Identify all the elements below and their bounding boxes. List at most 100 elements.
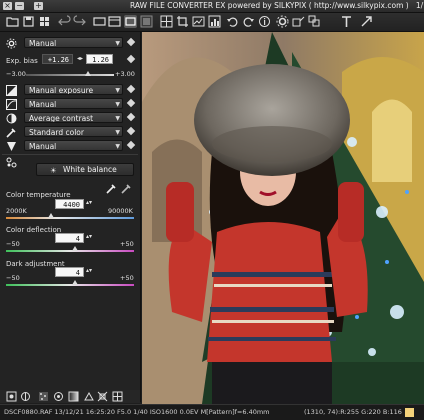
zoom-window-button[interactable]: +	[34, 2, 43, 10]
info-icon[interactable]	[258, 15, 271, 28]
color-deflection-track[interactable]	[6, 250, 134, 252]
eyedropper-gray-icon[interactable]	[121, 183, 132, 194]
sharpness-dropdown[interactable]: Manual ▼	[24, 140, 123, 151]
chevron-down-icon: ▼	[115, 143, 120, 150]
spin-arrows-icon[interactable]: ▴▾	[86, 199, 92, 206]
photo-preview[interactable]	[142, 32, 424, 404]
color-deflection-slider-thumb[interactable]	[72, 246, 79, 251]
preview-image	[142, 32, 424, 404]
diamond-menu-icon[interactable]	[126, 98, 136, 108]
exp-bias-track[interactable]	[26, 74, 114, 76]
main-toolbar	[0, 13, 424, 32]
diamond-menu-icon[interactable]	[126, 140, 136, 150]
color-temperature-input[interactable]: 4400	[55, 199, 84, 209]
open-folder-icon[interactable]	[6, 15, 19, 28]
single-view-icon[interactable]	[93, 15, 106, 28]
dark-adjustment-track[interactable]	[6, 284, 134, 286]
file-info-text: DSCF0880.RAF 13/12/21 16:25:20 F5.0 1/40…	[4, 408, 270, 416]
layout-grid-icon[interactable]	[160, 15, 173, 28]
sharpness-icon	[6, 141, 17, 152]
diamond-menu-icon[interactable]	[126, 37, 136, 47]
chevron-down-icon: ▼	[115, 40, 120, 47]
noise-icon[interactable]	[38, 391, 49, 402]
undo-icon[interactable]	[58, 15, 71, 28]
gear-icon	[6, 38, 17, 49]
diamond-menu-icon[interactable]	[126, 112, 136, 122]
spot-remove-icon[interactable]	[6, 391, 17, 402]
eyedropper-wb-icon[interactable]	[106, 183, 117, 194]
color-temperature-slider-thumb[interactable]	[47, 213, 54, 218]
white-balance-tool-icon[interactable]	[6, 157, 17, 168]
distortion-icon[interactable]	[112, 391, 123, 402]
batch-icon[interactable]	[308, 15, 321, 28]
exp-bias-input[interactable]: 1.26	[86, 54, 113, 64]
page-indicator: 1/1	[415, 1, 424, 10]
exp-bias-slider-thumb[interactable]	[85, 71, 92, 76]
exposure-preset-value: Manual	[29, 39, 57, 48]
title-bar: × − + RAW FILE CONVERTER EX powered by S…	[0, 0, 424, 13]
zoom-fit-icon[interactable]	[140, 15, 153, 28]
dark-adjustment-input[interactable]: 4	[55, 267, 84, 277]
exposure-mode-value: Manual exposure	[29, 86, 94, 95]
fine-color-icon[interactable]	[20, 391, 31, 402]
dynamic-range-dropdown[interactable]: Manual ▼	[24, 98, 123, 109]
control-panel: Manual ▼ Exp. bias +1.26 ◂▸ 1.26 −3.00 +3…	[0, 32, 141, 402]
color-value: Standard color	[29, 128, 84, 137]
compare-view-icon[interactable]	[124, 15, 137, 28]
exposure-preset-dropdown[interactable]: Manual ▼	[24, 37, 123, 48]
sharpness-value: Manual	[29, 142, 57, 151]
sun-icon: ☀	[50, 166, 57, 175]
tools-icon[interactable]	[340, 15, 353, 28]
color-temperature-max: 90000K	[108, 207, 133, 215]
sharpness-row: Manual ▼	[0, 140, 140, 152]
histogram-icon[interactable]	[208, 15, 221, 28]
contrast-value: Average contrast	[29, 114, 94, 123]
chevron-down-icon: ▼	[115, 87, 120, 94]
export-icon[interactable]	[360, 15, 373, 28]
contrast-row: Average contrast ▼	[0, 112, 140, 124]
rotate-left-icon[interactable]	[226, 15, 239, 28]
close-window-button[interactable]: ×	[3, 2, 12, 10]
exposure-mode-row: Manual exposure ▼	[0, 84, 140, 96]
contrast-icon	[6, 113, 17, 124]
color-deflection-label: Color deflection	[6, 226, 62, 234]
rotate-right-icon[interactable]	[242, 15, 255, 28]
color-temperature-label: Color temperature	[6, 191, 71, 199]
redo-icon[interactable]	[73, 15, 86, 28]
diamond-menu-icon[interactable]	[126, 54, 136, 64]
save-icon[interactable]	[22, 15, 35, 28]
exposure-preset-row: Manual ▼	[0, 37, 140, 49]
crop-icon[interactable]	[176, 15, 189, 28]
contrast-dropdown[interactable]: Average contrast ▼	[24, 112, 123, 123]
minimize-window-button[interactable]: −	[15, 2, 24, 10]
exp-bias-max: +3.00	[115, 70, 135, 78]
settings-icon[interactable]	[276, 15, 289, 28]
color-temperature-track[interactable]	[6, 217, 134, 219]
lens-icon[interactable]	[53, 391, 64, 402]
spin-arrows-icon[interactable]: ▴▾	[86, 233, 92, 240]
white-balance-label: White balance	[63, 165, 117, 174]
dynamic-range-icon	[6, 99, 17, 110]
filmstrip-view-icon[interactable]	[108, 15, 121, 28]
shading-icon[interactable]	[68, 391, 79, 402]
adjust-icon[interactable]	[192, 15, 205, 28]
exp-bias-min: −3.00	[6, 70, 26, 78]
dark-adjustment-slider-thumb[interactable]	[72, 280, 79, 285]
color-deflection-min: −50	[6, 240, 20, 248]
highlight-icon[interactable]	[84, 391, 95, 402]
section-divider	[2, 154, 138, 155]
grid-view-icon[interactable]	[38, 15, 51, 28]
color-dropdown[interactable]: Standard color ▼	[24, 126, 123, 137]
status-bar: DSCF0880.RAF 13/12/21 16:25:20 F5.0 1/40…	[0, 404, 424, 420]
rotation-icon[interactable]	[97, 391, 108, 402]
exposure-mode-dropdown[interactable]: Manual exposure ▼	[24, 84, 123, 95]
bottom-tool-strip	[0, 390, 140, 403]
color-deflection-input[interactable]: 4	[55, 233, 84, 243]
spin-arrows-icon[interactable]: ◂▸	[77, 55, 83, 62]
diamond-menu-icon[interactable]	[126, 84, 136, 94]
white-balance-button[interactable]: ☀ White balance	[36, 163, 134, 176]
develop-icon[interactable]	[292, 15, 305, 28]
spin-arrows-icon[interactable]: ▴▾	[86, 267, 92, 274]
diamond-menu-icon[interactable]	[126, 126, 136, 136]
chevron-down-icon: ▼	[115, 129, 120, 136]
